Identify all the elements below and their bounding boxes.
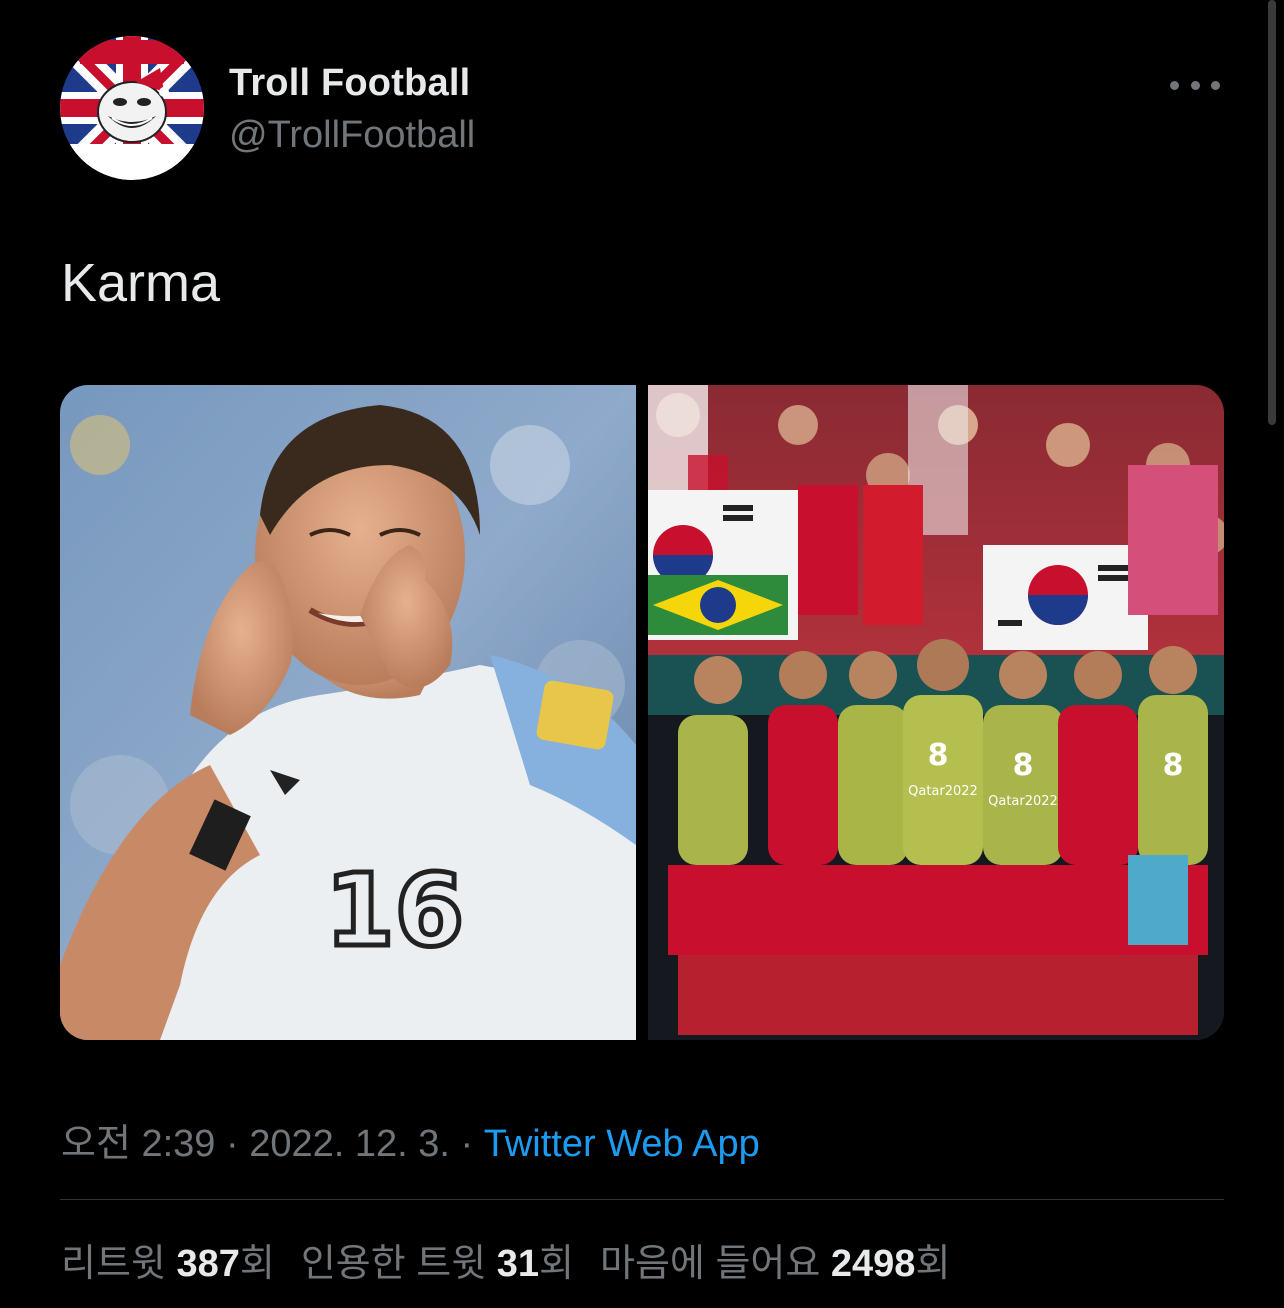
- media-grid: 16 Qatar2022 Qatar2022 8 8 8: [60, 385, 1224, 1040]
- likes-count: 2498: [830, 1243, 916, 1285]
- quotes-label: 인용한 트윗: [300, 1243, 497, 1285]
- likes-suffix: 회: [915, 1243, 951, 1285]
- svg-text:16: 16: [325, 852, 464, 969]
- more-dot-icon: [1211, 80, 1220, 90]
- retweets-stat[interactable]: 리트윗 387회: [61, 1243, 275, 1285]
- engagement-stats: 리트윗 387회 인용한 트윗 31회 마음에 들어요 2498회: [61, 1232, 950, 1287]
- quotes-count: 31: [496, 1243, 540, 1285]
- svg-text:Qatar2022: Qatar2022: [908, 784, 978, 799]
- meta-separator: ·: [215, 1123, 250, 1165]
- likes-stat[interactable]: 마음에 들어요 2498회: [600, 1243, 950, 1285]
- svg-text:8: 8: [1013, 748, 1034, 783]
- tweet-time[interactable]: 오전 2:39: [61, 1123, 215, 1165]
- player-celebration-photo-icon: 16: [60, 385, 636, 1040]
- quotes-suffix: 회: [539, 1243, 574, 1285]
- author-display-name[interactable]: Troll Football: [229, 62, 470, 105]
- svg-text:8: 8: [1163, 748, 1184, 783]
- quote-tweets-stat[interactable]: 인용한 트윗 31회: [301, 1243, 574, 1285]
- team-huddle-photo-icon: Qatar2022 Qatar2022 8 8 8: [648, 385, 1224, 1040]
- tweet-image-team[interactable]: Qatar2022 Qatar2022 8 8 8: [648, 385, 1224, 1040]
- svg-text:8: 8: [928, 738, 949, 773]
- retweets-suffix: 회: [239, 1243, 275, 1285]
- tweet-timestamp-line: 오전 2:39 · 2022. 12. 3. · Twitter Web App: [61, 1112, 760, 1167]
- avatar-logo-icon: [60, 36, 204, 180]
- svg-text:Qatar2022: Qatar2022: [988, 794, 1058, 809]
- retweets-count: 387: [176, 1243, 240, 1285]
- tweet-image-player[interactable]: 16: [60, 385, 636, 1040]
- more-dot-icon: [1190, 80, 1200, 90]
- tweet-date[interactable]: 2022. 12. 3.: [249, 1123, 450, 1165]
- tweet-detail: Troll Football @TrollFootball Karma 16 Q…: [0, 0, 1284, 1308]
- divider: [60, 1199, 1224, 1200]
- avatar[interactable]: [60, 36, 204, 180]
- meta-separator: ·: [449, 1123, 484, 1165]
- likes-label: 마음에 들어요: [600, 1243, 831, 1285]
- more-dot-icon: [1170, 80, 1179, 90]
- tweet-source-link[interactable]: Twitter Web App: [484, 1123, 760, 1165]
- more-options-button[interactable]: [1170, 70, 1220, 100]
- tweet-text: Karma: [61, 253, 221, 313]
- scrollbar[interactable]: [1268, 0, 1276, 425]
- retweets-label: 리트윗: [61, 1243, 177, 1285]
- author-handle[interactable]: @TrollFootball: [229, 114, 475, 157]
